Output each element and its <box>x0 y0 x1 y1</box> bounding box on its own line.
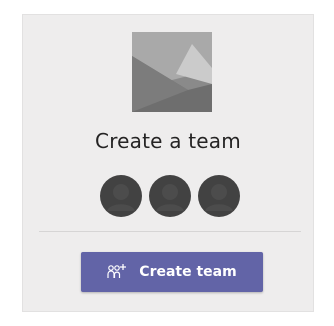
divider <box>39 231 301 232</box>
person-avatar-icon <box>198 175 240 217</box>
card-title: Create a team <box>95 129 241 153</box>
team-placeholder-image <box>132 32 212 112</box>
person-avatar-icon <box>149 175 191 217</box>
person-avatar-icon <box>100 175 142 217</box>
create-team-button[interactable]: Create team <box>81 252 263 292</box>
people-add-icon <box>107 264 127 278</box>
create-team-button-label: Create team <box>139 264 237 280</box>
create-team-card: Create a team Create team <box>22 14 314 312</box>
member-avatars <box>100 175 240 217</box>
